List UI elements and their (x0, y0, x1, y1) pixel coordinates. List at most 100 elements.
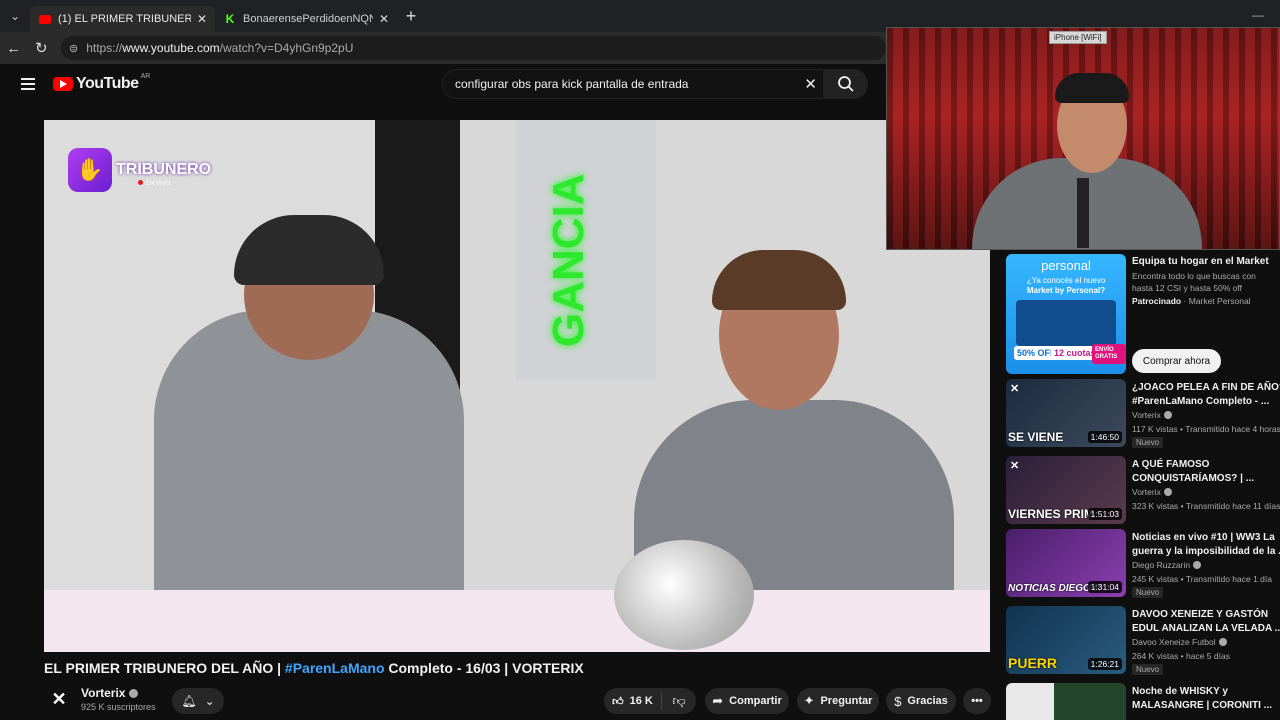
duration-badge: 1:51:03 (1087, 508, 1122, 520)
ad-sponsored-label: Patrocinado (1132, 296, 1182, 306)
title-line1: Noche de WHISKY y (1132, 686, 1228, 697)
share-button[interactable]: ➦ Compartir (705, 688, 789, 714)
new-badge: Nuevo (1132, 664, 1164, 675)
title-line2: MALASANGRE | CORONITI ... (1132, 700, 1273, 711)
ad-thumbnail[interactable]: personal ¿Ya conocés el nuevo Market by P… (1006, 254, 1126, 374)
recommendation-meta: 245 K vistas • Transmitido hace 1 día (1132, 574, 1272, 584)
title-line2: EDUL ANALIZAN LA VELADA ... (1132, 623, 1280, 634)
notifications-button[interactable]: 🔔︎ ⌄ (172, 688, 224, 714)
tab-youtube[interactable]: (1) EL PRIMER TRIBUNERO DEL AÑO ✕ (30, 6, 215, 32)
ad-advertiser: Market Personal (1188, 296, 1251, 306)
recommendation-thumbnail[interactable]: PUERR 1:26:21 (1006, 606, 1126, 674)
like-dislike-group: 👍︎ 16 K 👎︎ (604, 688, 696, 714)
clear-search-icon[interactable]: ✕ (804, 75, 817, 93)
title-line1: A QUÉ FAMOSO (1132, 459, 1210, 470)
thumbnail-text: PUERR (1008, 655, 1058, 671)
ad-title[interactable]: Equipa tu hogar en el Market (1132, 256, 1269, 267)
microphone (1077, 178, 1089, 248)
thumbs-up-icon: 👍︎ (612, 695, 624, 708)
recommendation-item[interactable]: ✕ VIERNES PRIM 1:51:03 A QUÉ FAMOSO CONQU… (1006, 456, 1280, 524)
ad-promo-line1: ¿Ya conocés el nuevo (1026, 276, 1106, 285)
verified-icon (1193, 561, 1202, 569)
new-badge: Nuevo (1132, 437, 1164, 448)
share-arrow-icon: ➦ (712, 693, 724, 708)
recommendation-thumbnail[interactable]: ✕ SE VIENE 1:46:50 (1006, 379, 1126, 447)
camera-source-label: iPhone [WiFi] (1049, 31, 1107, 44)
recommendation-thumbnail[interactable]: NOTICIAS DIEGO R 1:31:04 (1006, 529, 1126, 597)
search-input[interactable]: configurar obs para kick pantalla de ent… (442, 69, 824, 99)
tribunero-logo: ✋ TRIBUNERO EN VIVO (68, 140, 218, 200)
super-thanks-icon: $ (894, 693, 902, 709)
recommendation-title[interactable]: ¿JOACO PELEA A FIN DE AÑO? | #ParenLaMano… (1132, 381, 1280, 409)
duration-badge: 1:46:50 (1087, 431, 1122, 443)
youtube-wordmark: YouTube (76, 75, 139, 92)
recommendation-meta: 323 K vistas • Transmitido hace 11 días (1132, 501, 1280, 511)
like-count: 16 K (629, 695, 653, 707)
close-tab-icon[interactable]: ✕ (379, 12, 389, 26)
channel-avatar-x-icon[interactable]: ✕ (48, 688, 70, 710)
channel-name[interactable]: Vorterix (1132, 487, 1161, 497)
share-label: Compartir (729, 695, 782, 707)
chevron-down-icon: ⌄ (204, 694, 215, 708)
thanks-label: Gracias (907, 695, 948, 707)
hand-icon: ✋ (68, 148, 112, 192)
search-button[interactable] (824, 69, 868, 99)
url-field[interactable]: ⊜ https://www.youtube.com/watch?v=D4yhGn… (61, 36, 887, 60)
tribunero-wordmark: TRIBUNERO (116, 161, 212, 178)
video-title-hashtag[interactable]: #ParenLaMano (285, 660, 385, 676)
minimize-icon[interactable]: — (1252, 8, 1264, 22)
youtube-logo[interactable]: YouTube AR (53, 73, 150, 93)
title-line2: #ParenLaMano Completo - ... (1132, 396, 1270, 407)
new-badge: Nuevo (1132, 587, 1164, 598)
verified-icon (129, 688, 139, 698)
title-line2: CONQUISTARÍAMOS? | ... (1132, 473, 1255, 484)
channel-name[interactable]: Vorterix (81, 686, 125, 700)
vorterix-x-icon: ✕ (1010, 460, 1020, 472)
back-arrow-icon[interactable]: ← (0, 34, 28, 62)
recommendation-title[interactable]: Noticias en vivo #10 | WW3 La guerra y la… (1132, 531, 1280, 559)
tab-kick[interactable]: K BonaerensePerdidoenNQN Stream ✕ (215, 6, 397, 32)
verified-icon (1218, 638, 1227, 646)
recommendation-item[interactable]: NOTICIAS DIEGO R 1:31:04 Noticias en viv… (1006, 529, 1280, 598)
channel-name[interactable]: Diego Ruzzarin (1132, 560, 1190, 570)
recommendation-title[interactable]: Noche de WHISKY y MALASANGRE | CORONITI .… (1132, 685, 1280, 713)
recommendation-item[interactable]: ✕ SE VIENE 1:46:50 ¿JOACO PELEA A FIN DE… (1006, 379, 1280, 448)
close-tab-icon[interactable]: ✕ (197, 12, 207, 26)
video-title-part1: EL PRIMER TRIBUNERO DEL AÑO | (44, 660, 285, 676)
dislike-button[interactable]: 👎︎ (662, 693, 696, 709)
recommendation-item[interactable]: Noche de WHISKY y MALASANGRE | CORONITI .… (1006, 683, 1280, 720)
new-tab-plus-icon[interactable]: + (397, 0, 425, 32)
menu-hamburger-icon[interactable] (21, 78, 35, 90)
streamer-hair (1055, 73, 1129, 103)
channel-name[interactable]: Davoo Xeneize Futbol (1132, 637, 1216, 647)
ad-product-image (1016, 300, 1116, 346)
more-actions-button[interactable]: ••• (963, 688, 991, 714)
video-player[interactable]: GANCIA ✋ TRIBUNERO EN VIVO (44, 120, 990, 652)
tab-title: BonaerensePerdidoenNQN Stream (243, 13, 373, 25)
like-button[interactable]: 👍︎ 16 K (604, 692, 662, 710)
duration-badge: 1:26:21 (1087, 658, 1122, 670)
recommendation-title[interactable]: DAVOO XENEIZE Y GASTÓN EDUL ANALIZAN LA V… (1132, 608, 1280, 636)
recommendation-thumbnail[interactable]: ✕ VIERNES PRIM 1:51:03 (1006, 456, 1126, 524)
recommendation-item[interactable]: PUERR 1:26:21 DAVOO XENEIZE Y GASTÓN EDUL… (1006, 606, 1280, 675)
verified-icon (1163, 411, 1172, 419)
ad-promo: ¿Ya conocés el nuevo Market by Personal? (1014, 276, 1118, 296)
recommendation-thumbnail[interactable] (1006, 683, 1126, 720)
thanks-button[interactable]: $ Gracias (886, 688, 956, 714)
reload-icon[interactable]: ↻ (28, 34, 56, 62)
address-bar: ← ↻ ⊜ https://www.youtube.com/watch?v=D4… (0, 32, 887, 64)
duration-badge: 1:31:04 (1087, 581, 1122, 593)
site-info-icon[interactable]: ⊜ (69, 42, 78, 55)
recommendation-title[interactable]: A QUÉ FAMOSO CONQUISTARÍAMOS? | ... (1132, 458, 1280, 486)
channel-name[interactable]: Vorterix (1132, 410, 1161, 420)
url-scheme: https:// (86, 41, 123, 55)
buy-now-button[interactable]: Comprar ahora (1132, 349, 1221, 373)
more-dots-icon: ••• (971, 695, 983, 707)
ad-badge-shipping: ENVÍO GRATIS (1092, 344, 1126, 364)
sponsored-ad[interactable]: personal ¿Ya conocés el nuevo Market by P… (1006, 254, 1280, 374)
tab-list-chevron-icon[interactable]: ⌄ (0, 0, 30, 32)
recommendation-channel: Vorterix (1132, 487, 1172, 497)
kick-icon: K (225, 12, 235, 26)
live-indicator: EN VIVO (138, 180, 170, 187)
ask-button[interactable]: ✦ Preguntar (797, 688, 879, 714)
